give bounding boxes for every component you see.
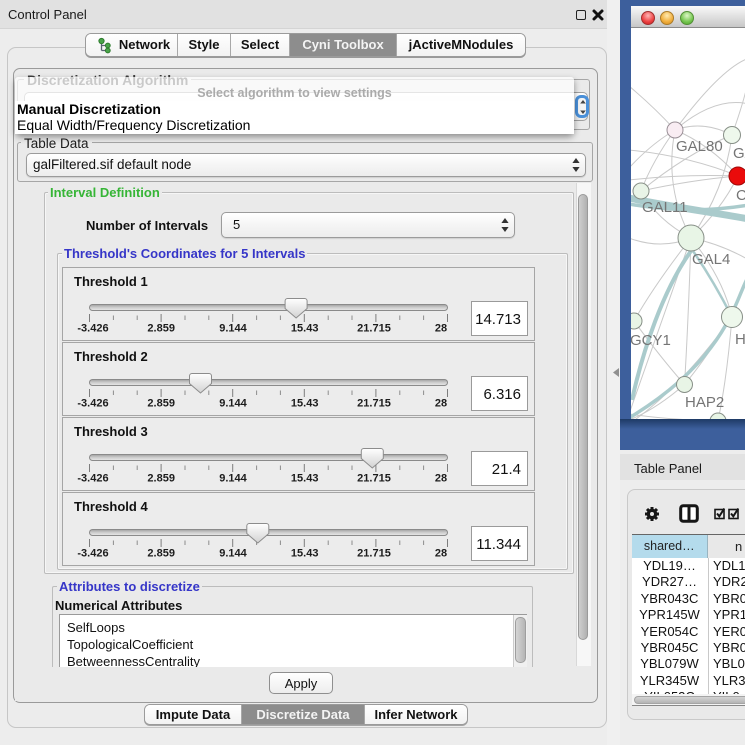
svg-text:15.43: 15.43: [291, 548, 319, 560]
svg-text:11.344: 11.344: [476, 536, 521, 553]
svg-text:14.713: 14.713: [475, 311, 521, 328]
svg-text:9.144: 9.144: [219, 398, 247, 410]
svg-text:28: 28: [435, 323, 447, 335]
svg-text:C: C: [736, 187, 745, 204]
svg-text:9.144: 9.144: [219, 323, 247, 335]
svg-text:GAL4: GAL4: [692, 251, 730, 268]
svg-text:-3.426: -3.426: [77, 473, 108, 485]
svg-text:GAL80: GAL80: [676, 138, 723, 155]
svg-text:Threshold 2: Threshold 2: [74, 349, 148, 364]
svg-text:21.4: 21.4: [492, 461, 521, 478]
svg-text:2.859: 2.859: [147, 398, 175, 410]
svg-text:-3.426: -3.426: [77, 323, 108, 335]
svg-text:HAP2: HAP2: [685, 394, 724, 411]
svg-text:2.859: 2.859: [147, 323, 175, 335]
svg-text:-3.426: -3.426: [77, 398, 108, 410]
svg-text:9.144: 9.144: [219, 548, 247, 560]
svg-text:21.715: 21.715: [357, 323, 391, 335]
svg-text:2.859: 2.859: [147, 473, 175, 485]
svg-text:Threshold 1: Threshold 1: [74, 274, 148, 289]
svg-text:Threshold 4: Threshold 4: [74, 499, 148, 514]
svg-text:28: 28: [435, 398, 447, 410]
svg-text:GA: GA: [733, 145, 745, 162]
svg-text:GAL11: GAL11: [642, 199, 688, 216]
svg-text:GCY1: GCY1: [631, 332, 671, 349]
svg-text:15.43: 15.43: [291, 473, 319, 485]
svg-text:15.43: 15.43: [291, 323, 319, 335]
svg-text:21.715: 21.715: [357, 398, 391, 410]
svg-text:H: H: [735, 331, 745, 348]
svg-text:28: 28: [435, 473, 447, 485]
svg-text:2.859: 2.859: [147, 548, 175, 560]
svg-text:21.715: 21.715: [357, 473, 391, 485]
svg-text:6.316: 6.316: [483, 386, 521, 403]
svg-text:9.144: 9.144: [219, 473, 247, 485]
svg-text:21.715: 21.715: [357, 548, 391, 560]
svg-text:15.43: 15.43: [291, 398, 319, 410]
svg-text:Threshold 3: Threshold 3: [74, 424, 148, 439]
svg-text:-3.426: -3.426: [77, 548, 108, 560]
svg-text:28: 28: [435, 548, 447, 560]
